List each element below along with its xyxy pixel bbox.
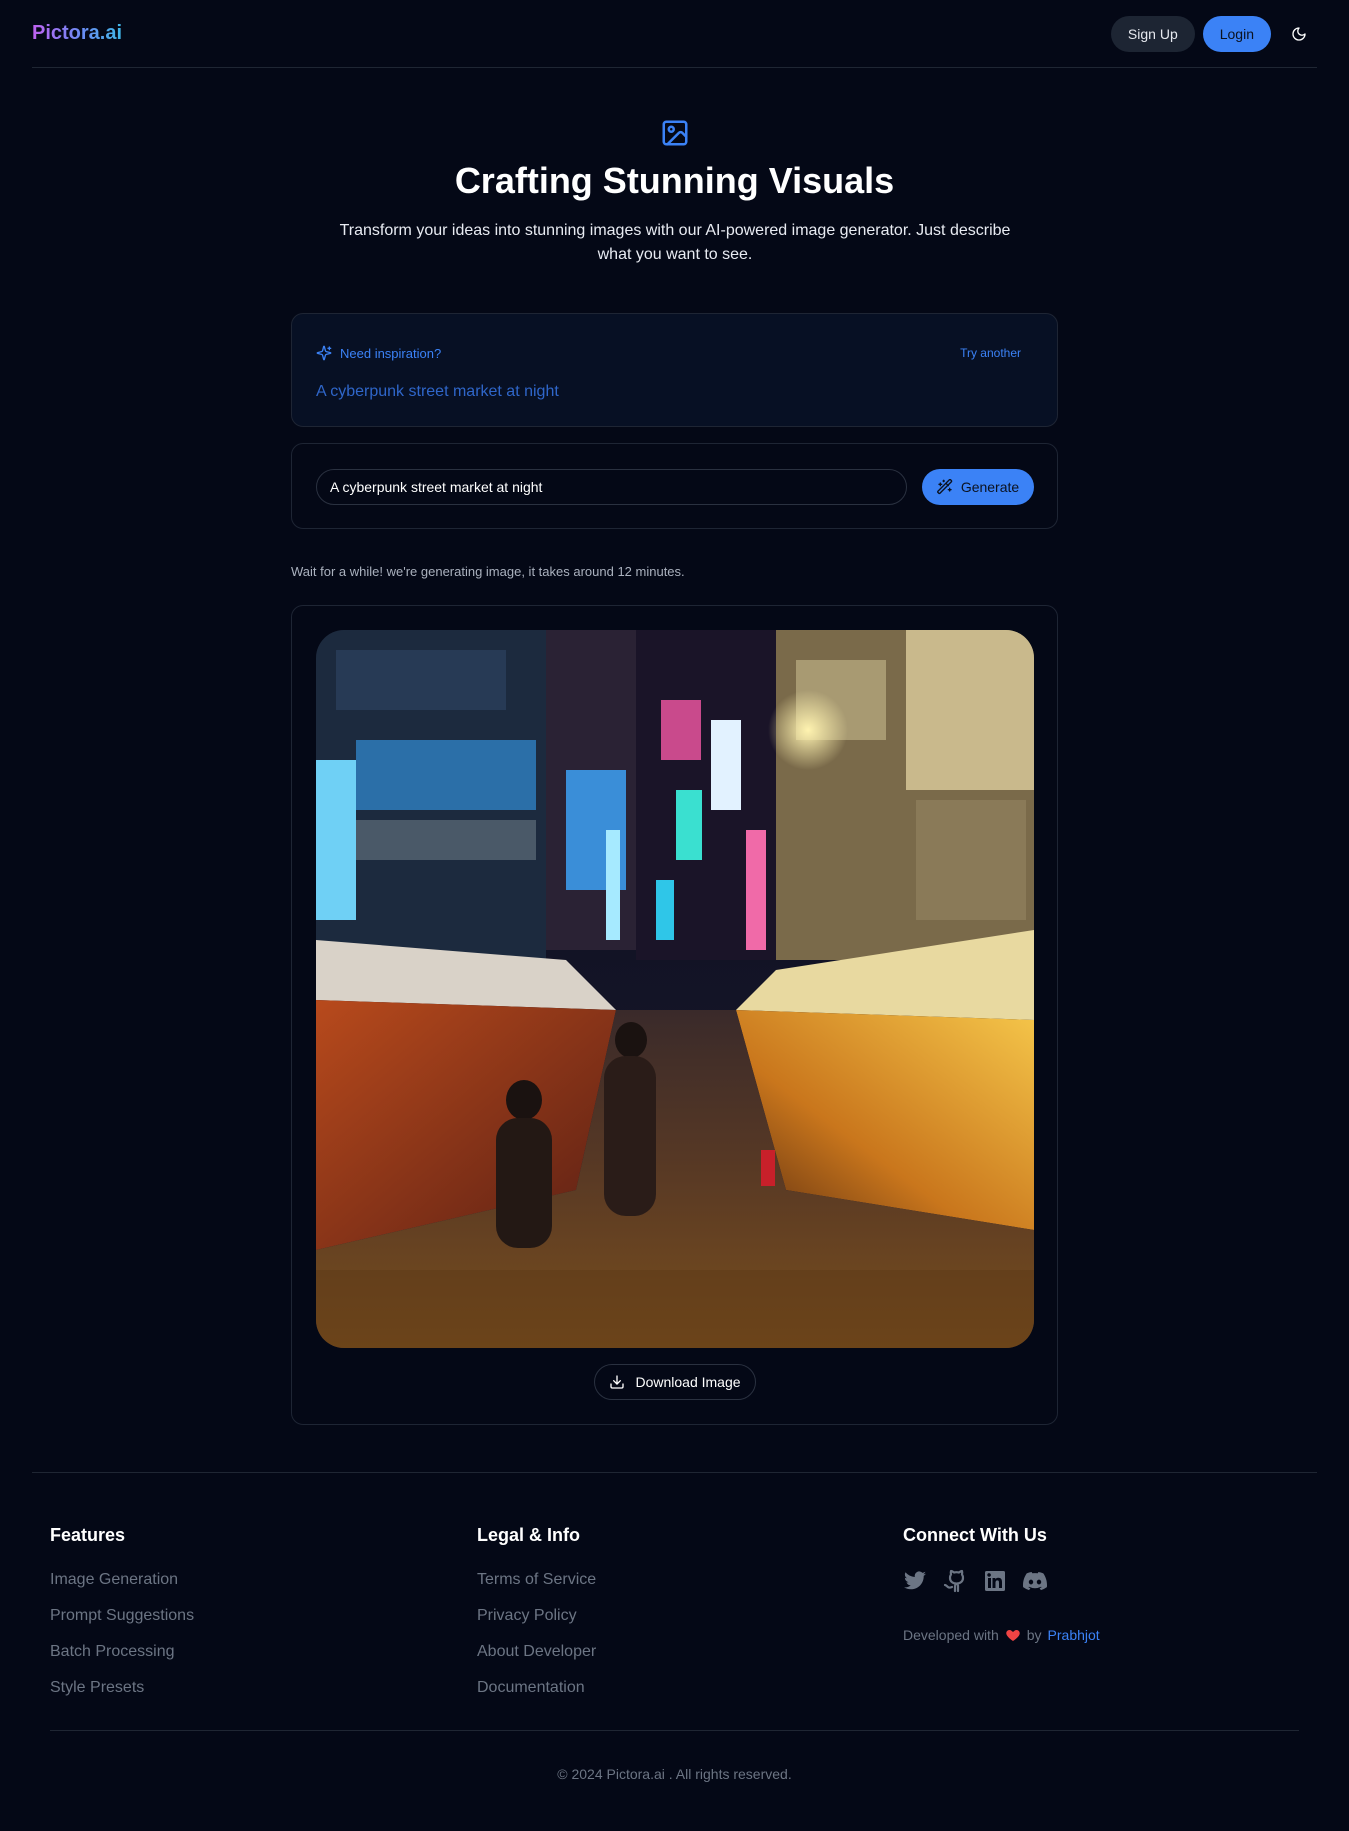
generate-label: Generate xyxy=(960,479,1020,495)
image-icon xyxy=(662,120,688,146)
sparkles-icon xyxy=(316,345,332,361)
linkedin-icon[interactable] xyxy=(983,1569,1007,1593)
inspiration-label-group: Need inspiration? xyxy=(316,345,441,361)
sign-up-button[interactable]: Sign Up xyxy=(1110,15,1195,52)
footer-link-prompt-suggestions[interactable]: Prompt Suggestions xyxy=(50,1605,194,1641)
inspiration-header: Need inspiration? Try another xyxy=(316,345,1021,361)
download-icon xyxy=(610,1375,625,1389)
login-button[interactable]: Login xyxy=(1202,15,1271,52)
discord-icon[interactable] xyxy=(1023,1569,1047,1593)
footer-legal-title: Legal & Info xyxy=(477,1525,580,1545)
inspiration-label: Need inspiration? xyxy=(340,345,442,361)
footer-link-batch-processing[interactable]: Batch Processing xyxy=(50,1641,194,1677)
footer-link-documentation[interactable]: Documentation xyxy=(477,1677,596,1713)
try-another-button[interactable]: Try another xyxy=(960,346,1021,360)
generated-image-artwork xyxy=(316,630,1034,1348)
footer-connect-title: Connect With Us xyxy=(903,1525,1047,1545)
inspiration-prompt[interactable]: A cyberpunk street market at night xyxy=(316,383,559,401)
heart-icon xyxy=(1006,1630,1020,1641)
footer-link-about-developer[interactable]: About Developer xyxy=(477,1641,596,1677)
page-title: Crafting Stunning Visuals xyxy=(454,160,895,201)
theme-toggle-button[interactable] xyxy=(1281,16,1317,52)
moon-icon xyxy=(1292,26,1306,41)
developer-credit: Developed with by Prabhjot xyxy=(903,1627,1100,1643)
footer-link-terms[interactable]: Terms of Service xyxy=(477,1569,596,1605)
dev-prefix: Developed with xyxy=(903,1627,999,1643)
developer-link[interactable]: Prabhjot xyxy=(1048,1627,1100,1643)
footer-link-style-presets[interactable]: Style Presets xyxy=(50,1677,194,1713)
inspiration-card: Need inspiration? Try another A cyberpun… xyxy=(291,313,1058,427)
copyright: © 2024 Pictora.ai . All rights reserved. xyxy=(557,1766,792,1782)
footer-legal: Legal & Info Terms of Service Privacy Po… xyxy=(477,1525,596,1713)
footer-link-privacy[interactable]: Privacy Policy xyxy=(477,1605,596,1641)
download-image-button[interactable]: Download Image xyxy=(594,1364,756,1400)
prompt-input[interactable] xyxy=(316,469,907,505)
status-message: Wait for a while! we're generating image… xyxy=(291,564,685,579)
github-icon[interactable] xyxy=(943,1569,967,1593)
download-label: Download Image xyxy=(635,1374,741,1390)
footer-features-title: Features xyxy=(50,1525,126,1545)
top-nav: Pictora.ai Sign Up Login xyxy=(32,0,1317,68)
social-links xyxy=(903,1569,1100,1593)
generated-image xyxy=(316,630,1034,1348)
footer-link-image-generation[interactable]: Image Generation xyxy=(50,1569,194,1605)
generate-button[interactable]: Generate xyxy=(922,469,1034,505)
footer-connect: Connect With Us Developed with by Prabhj… xyxy=(903,1525,1100,1643)
magic-wand-icon xyxy=(936,479,953,495)
result-card: Download Image xyxy=(291,605,1058,1425)
footer-features: Features Image Generation Prompt Suggest… xyxy=(50,1525,194,1713)
page-subtitle: Transform your ideas into stunning image… xyxy=(339,222,1011,263)
nav-actions: Sign Up Login xyxy=(1110,15,1317,52)
twitter-icon[interactable] xyxy=(903,1569,927,1593)
dev-by: by xyxy=(1026,1627,1042,1643)
prompt-form: Generate xyxy=(291,443,1058,529)
logo[interactable]: Pictora.ai xyxy=(32,22,122,45)
footer-bottom-divider xyxy=(50,1730,1299,1731)
footer-divider xyxy=(32,1472,1317,1473)
